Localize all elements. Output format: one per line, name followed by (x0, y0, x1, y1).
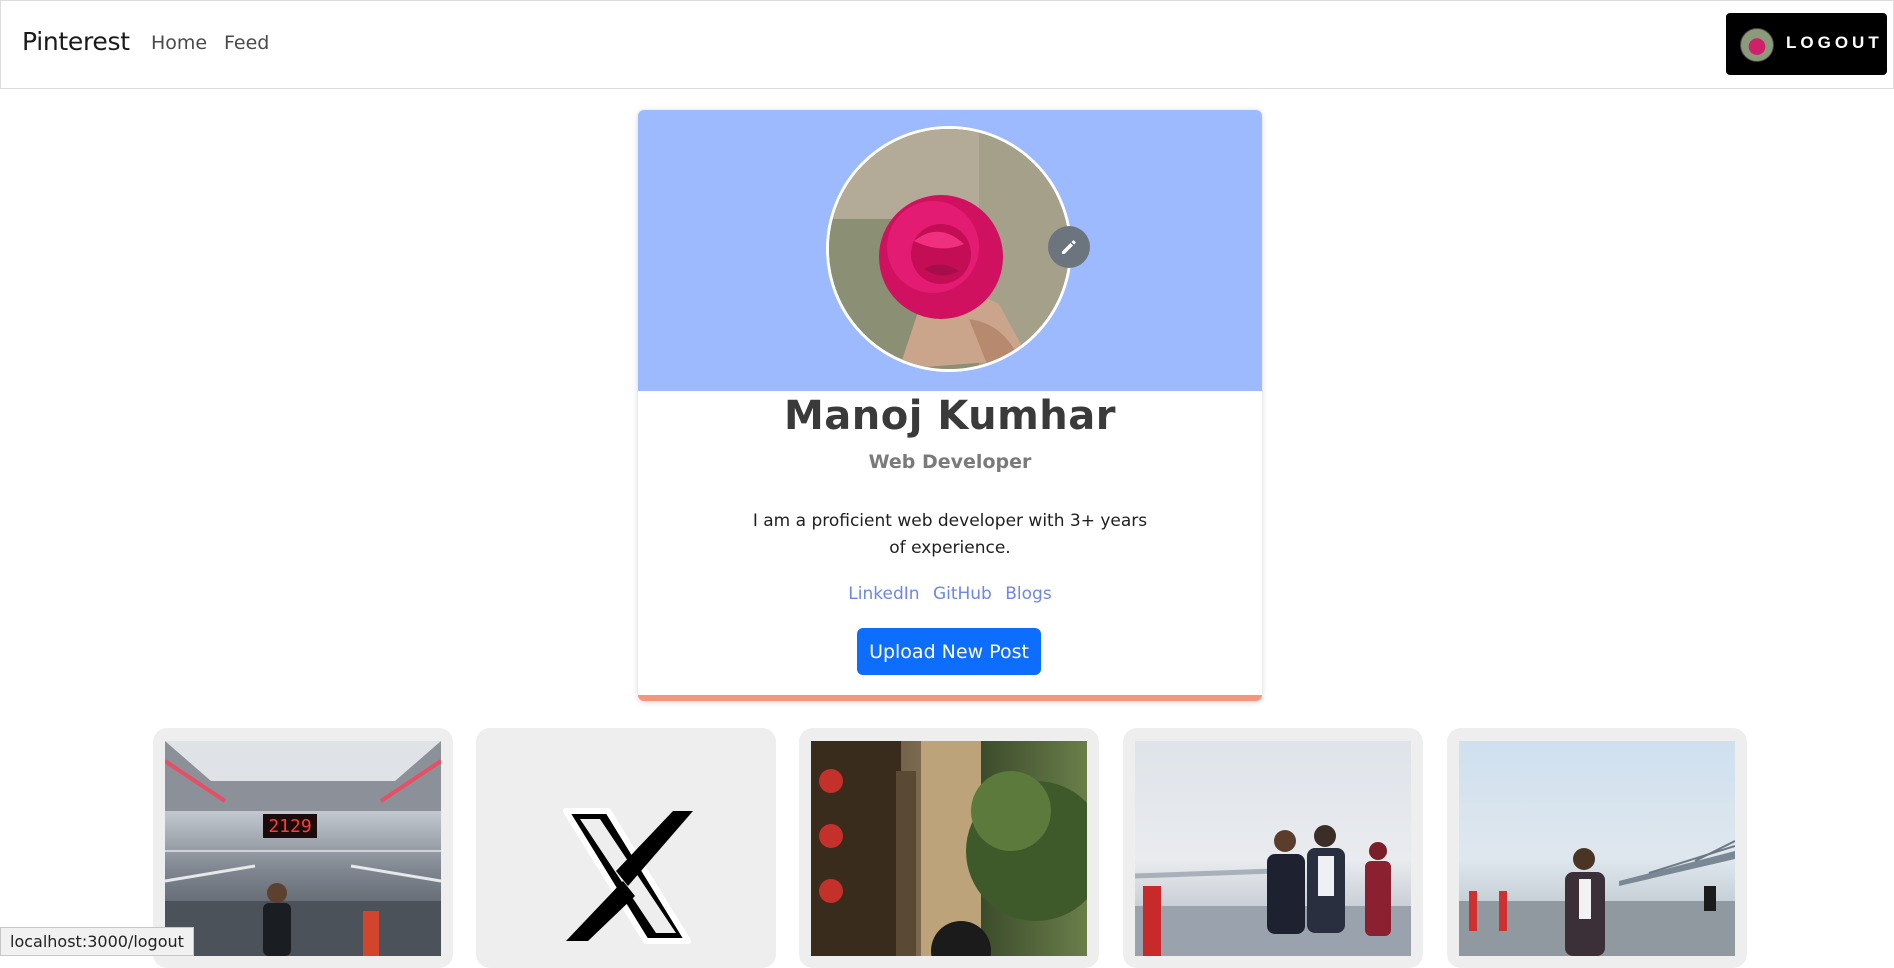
avatar (1740, 28, 1774, 62)
logout-label: LOGOUT (1786, 33, 1883, 52)
post-image: 2129 (165, 741, 441, 956)
nav-feed-link[interactable]: Feed (224, 32, 269, 54)
post-card[interactable] (1447, 728, 1747, 968)
post-card[interactable]: 2129 (153, 728, 453, 968)
linkedin-link[interactable]: LinkedIn (848, 584, 919, 604)
profile-bio: I am a proficient web developer with 3+ … (752, 511, 1148, 558)
profile-card: Manoj Kumhar Web Developer I am a profic… (638, 110, 1262, 701)
profile-links: LinkedIn GitHub Blogs (638, 584, 1262, 604)
pencil-icon (1062, 240, 1076, 254)
navbar: Pinterest Home Feed LOGOUT (0, 0, 1894, 89)
nav-home-link[interactable]: Home (151, 32, 207, 54)
profile-name: Manoj Kumhar (783, 393, 1117, 439)
post-image (488, 741, 764, 956)
rose-photo (829, 129, 1069, 369)
post-image (1135, 741, 1411, 956)
upload-new-post-button[interactable]: Upload New Post (857, 628, 1041, 675)
github-link[interactable]: GitHub (933, 584, 992, 604)
post-card[interactable] (799, 728, 1099, 968)
post-card[interactable] (1123, 728, 1423, 968)
profile-role: Web Developer (868, 451, 1032, 473)
logout-button[interactable]: LOGOUT (1726, 13, 1887, 75)
post-card[interactable] (476, 728, 776, 968)
x-logo-icon (563, 808, 693, 944)
post-sign-text: 2129 (268, 816, 311, 837)
profile-avatar (826, 126, 1072, 372)
browser-status-bar: localhost:3000/logout (0, 927, 194, 956)
brand-logo[interactable]: Pinterest (22, 27, 130, 56)
post-image (1459, 741, 1735, 956)
edit-avatar-button[interactable] (1048, 226, 1090, 268)
blogs-link[interactable]: Blogs (1005, 584, 1051, 604)
post-image (811, 741, 1087, 956)
card-accent-bar (638, 695, 1262, 701)
